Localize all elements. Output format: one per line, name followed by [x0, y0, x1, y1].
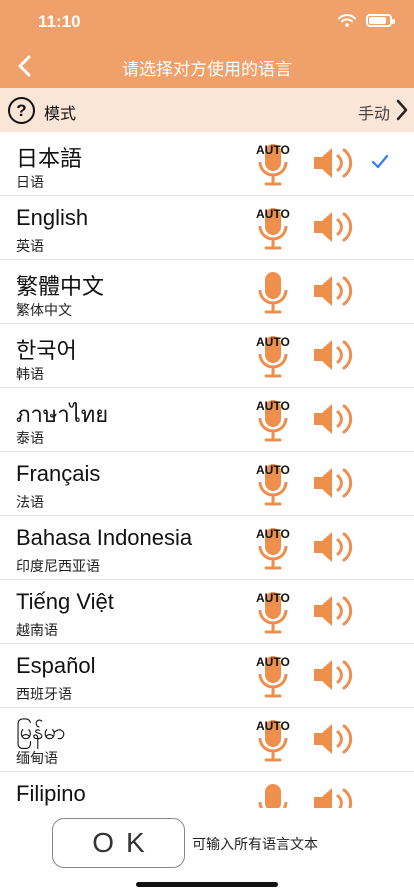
language-native-name: English: [16, 205, 89, 230]
language-chinese-name: 繁体中文: [16, 303, 72, 319]
microphone-icon[interactable]: [256, 780, 290, 808]
auto-badge: AUTO: [256, 527, 290, 541]
speaker-icon[interactable]: [312, 529, 356, 565]
language-chinese-name: 日语: [16, 175, 44, 191]
language-row[interactable]: 한국어 韩语 AUTO: [0, 324, 414, 388]
auto-badge: AUTO: [256, 719, 290, 733]
ok-button[interactable]: OK: [52, 818, 185, 868]
speaker-icon[interactable]: [312, 657, 356, 693]
status-time: 11:10: [38, 12, 81, 31]
chevron-right-icon: [396, 99, 408, 121]
language-row[interactable]: Filipino: [0, 772, 414, 808]
auto-badge: AUTO: [256, 335, 290, 349]
language-row[interactable]: Bahasa Indonesia 印度尼西亚语 AUTO: [0, 516, 414, 580]
mode-label: 模式: [44, 104, 77, 123]
speaker-icon[interactable]: [312, 145, 356, 181]
language-chinese-name: 越南语: [16, 623, 58, 639]
home-indicator: [136, 882, 278, 887]
language-chinese-name: 泰语: [16, 431, 44, 447]
speaker-icon[interactable]: [312, 785, 356, 808]
language-row[interactable]: Tiếng Việt 越南语 AUTO: [0, 580, 414, 644]
language-chinese-name: 缅甸语: [16, 751, 58, 767]
status-icons: [338, 14, 395, 27]
language-chinese-name: 英语: [16, 239, 44, 255]
language-chinese-name: 西班牙语: [16, 687, 72, 703]
language-row[interactable]: 日本語日语 AUTO: [0, 132, 414, 196]
bottom-bar: OK 可输入所有语言文本: [0, 808, 414, 896]
mode-value: 手动: [357, 104, 390, 123]
microphone-icon[interactable]: [256, 268, 290, 318]
auto-badge: AUTO: [256, 655, 290, 669]
language-native-name: Tiếng Việt: [16, 589, 114, 614]
language-chinese-name: 印度尼西亚语: [16, 559, 100, 575]
auto-badge: AUTO: [256, 207, 290, 221]
auto-badge: AUTO: [256, 463, 290, 477]
language-row[interactable]: Español 西班牙语 AUTO: [0, 644, 414, 708]
language-row[interactable]: Français 法语 AUTO: [0, 452, 414, 516]
language-native-name: Bahasa Indonesia: [16, 525, 193, 550]
speaker-icon[interactable]: [312, 401, 356, 437]
language-native-name: မြန်မာ: [16, 719, 66, 744]
speaker-icon[interactable]: [312, 209, 356, 245]
nav-header: 请选择对方使用的语言: [0, 44, 414, 88]
language-native-name: Español: [16, 653, 96, 678]
language-list: 日本語 日语 AUTO English 英语 AUTO 繁體中文 繁体中文 한국어 韩语 AUTO ภ…: [0, 132, 414, 808]
language-native-name: Filipino: [16, 781, 86, 806]
help-icon[interactable]: ?: [8, 97, 35, 124]
battery-icon: [366, 14, 395, 27]
language-native-name: Français: [16, 461, 101, 486]
mode-row[interactable]: ? 模式 手动: [0, 88, 414, 132]
language-native-name: 繁體中文: [16, 274, 105, 299]
auto-badge: AUTO: [256, 143, 290, 157]
input-hint: 可输入所有语言文本: [192, 837, 318, 853]
language-native-name: 한국어: [16, 338, 77, 363]
speaker-icon[interactable]: [312, 273, 356, 309]
language-chinese-name: 法语: [16, 495, 44, 511]
language-row[interactable]: English 英语 AUTO: [0, 196, 414, 260]
language-row[interactable]: မြန်မာ 缅甸语 AUTO: [0, 708, 414, 772]
speaker-icon[interactable]: [312, 337, 356, 373]
wifi-icon: [338, 14, 356, 27]
language-row[interactable]: 繁體中文 繁体中文: [0, 260, 414, 324]
status-bar: 11:10: [0, 0, 414, 44]
page-title: 请选择对方使用的语言: [122, 60, 292, 80]
language-chinese-name: 韩语: [16, 367, 44, 383]
language-native-name: 日本語: [16, 146, 83, 171]
top-bar: 11:10 请选择对方使用的语言: [0, 0, 414, 88]
checkmark-icon: [370, 152, 390, 172]
speaker-icon[interactable]: [312, 721, 356, 757]
auto-badge: AUTO: [256, 399, 290, 413]
speaker-icon[interactable]: [312, 465, 356, 501]
language-native-name: ภาษาไทย: [16, 402, 109, 427]
auto-badge: AUTO: [256, 591, 290, 605]
speaker-icon[interactable]: [312, 593, 356, 629]
language-row[interactable]: ภาษาไทย 泰语 AUTO: [0, 388, 414, 452]
